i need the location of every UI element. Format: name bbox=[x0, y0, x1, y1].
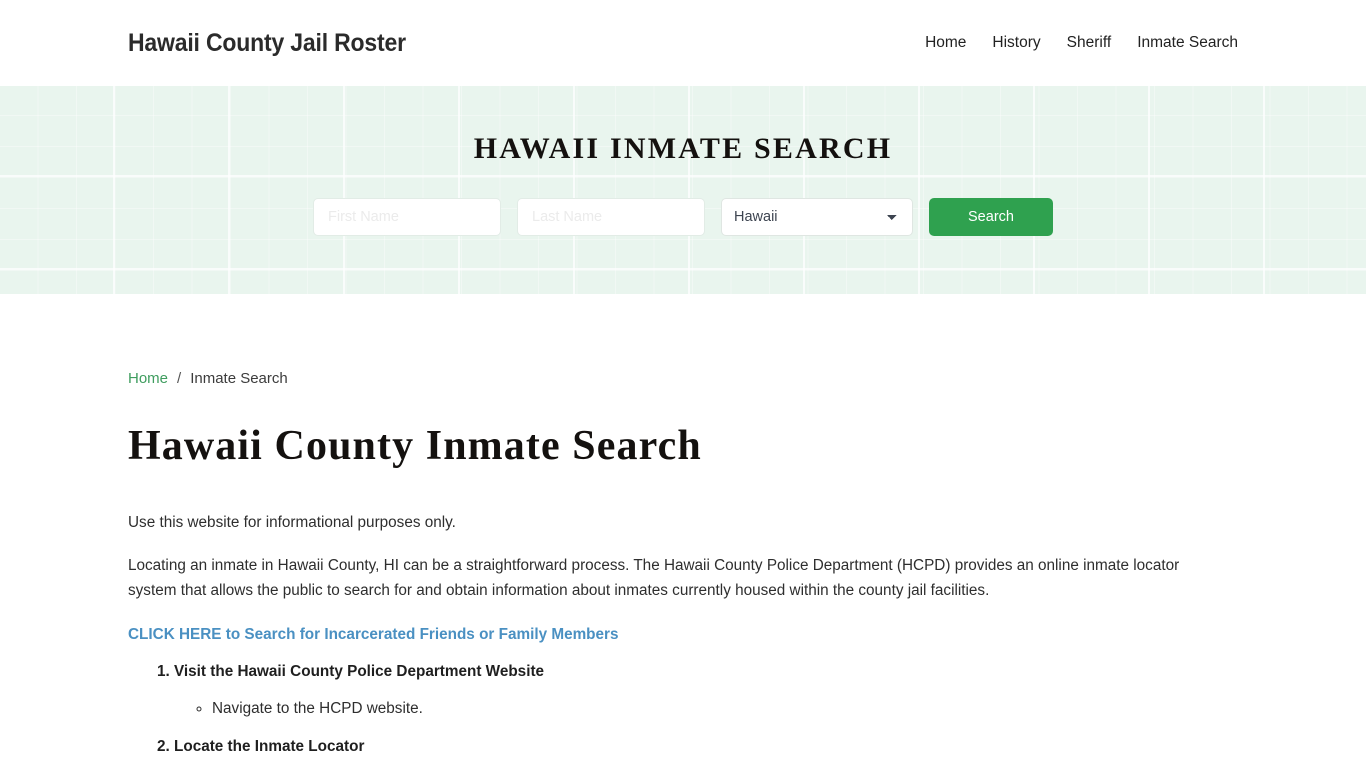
site-header: Hawaii County Jail Roster Home History S… bbox=[0, 0, 1366, 86]
nav-item-sheriff[interactable]: Sheriff bbox=[1067, 34, 1112, 52]
breadcrumb-current: Inmate Search bbox=[190, 370, 288, 387]
state-select[interactable]: Hawaii bbox=[721, 198, 913, 236]
hero-title: HAWAII INMATE SEARCH bbox=[473, 132, 893, 165]
intro-paragraph: Use this website for informational purpo… bbox=[128, 514, 456, 531]
step-detail: Navigate to the HCPD website. bbox=[212, 697, 1238, 721]
step-title: Locate the Inmate Locator bbox=[174, 738, 365, 756]
hero-search-banner: HAWAII INMATE SEARCH Hawaii Search bbox=[0, 86, 1366, 294]
main-navigation: Home History Sheriff Inmate Search bbox=[925, 34, 1238, 52]
nav-item-history[interactable]: History bbox=[992, 34, 1040, 52]
nav-item-inmate-search[interactable]: Inmate Search bbox=[1137, 34, 1238, 52]
nav-item-home[interactable]: Home bbox=[925, 34, 966, 52]
step-title: Visit the Hawaii County Police Departmen… bbox=[174, 662, 545, 680]
first-name-input[interactable] bbox=[313, 198, 501, 236]
inmate-search-form: Hawaii Search bbox=[313, 198, 1053, 236]
site-title: Hawaii County Jail Roster bbox=[128, 28, 406, 57]
breadcrumb: Home / Inmate Search bbox=[128, 294, 1238, 387]
description-paragraph: Locating an inmate in Hawaii County, HI … bbox=[128, 556, 1180, 599]
search-button[interactable]: Search bbox=[929, 198, 1053, 236]
page-title: Hawaii County Inmate Search bbox=[128, 423, 702, 469]
steps-list: Visit the Hawaii County Police Departmen… bbox=[128, 663, 1238, 768]
step-item: Locate the Inmate Locator Click on the "… bbox=[174, 738, 1238, 768]
breadcrumb-separator: / bbox=[177, 370, 182, 387]
cta-search-link[interactable]: CLICK HERE to Search for Incarcerated Fr… bbox=[128, 626, 619, 644]
step-item: Visit the Hawaii County Police Departmen… bbox=[174, 663, 1238, 721]
main-content: Home / Inmate Search Hawaii County Inmat… bbox=[0, 294, 1366, 768]
breadcrumb-link-home[interactable]: Home bbox=[128, 370, 168, 387]
last-name-input[interactable] bbox=[517, 198, 705, 236]
step-details-list: Navigate to the HCPD website. bbox=[174, 697, 1238, 721]
